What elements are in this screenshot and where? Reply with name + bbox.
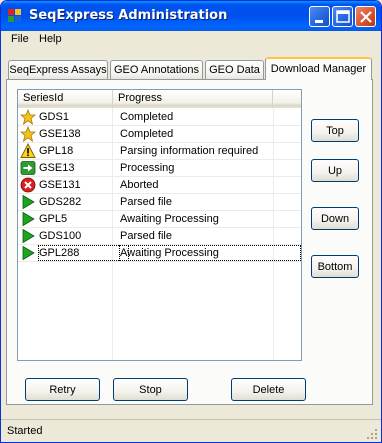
minimize-icon bbox=[315, 20, 323, 23]
menu-help[interactable]: Help bbox=[39, 33, 62, 45]
progress-status: Parsed file bbox=[120, 196, 172, 208]
list-item[interactable]: GSE138 Completed bbox=[18, 126, 301, 143]
list-item[interactable]: GSE131 Aborted bbox=[18, 177, 301, 194]
list-item[interactable]: GSE13 Processing bbox=[18, 160, 301, 177]
play-icon bbox=[22, 211, 35, 227]
minimize-button[interactable] bbox=[309, 6, 330, 27]
progress-status: Parsing information required bbox=[120, 145, 259, 157]
column-header-progress[interactable]: Progress bbox=[113, 90, 273, 107]
list-item[interactable]: GDS100 Parsed file bbox=[18, 228, 301, 245]
arrow-right-icon bbox=[20, 161, 36, 175]
title-bar[interactable]: SeqExpress Administration bbox=[1, 1, 381, 31]
play-icon bbox=[22, 228, 35, 244]
play-icon bbox=[22, 194, 35, 210]
list-item[interactable]: GDS282 Parsed file bbox=[18, 194, 301, 211]
move-top-button[interactable]: Top bbox=[311, 119, 359, 142]
status-bar: Started bbox=[1, 419, 381, 442]
warning-icon bbox=[20, 143, 36, 158]
star-icon bbox=[20, 126, 36, 142]
error-icon bbox=[20, 177, 36, 193]
progress-status: Parsed file bbox=[120, 230, 172, 242]
status-text: Started bbox=[7, 425, 43, 437]
resize-grip-icon[interactable] bbox=[366, 428, 378, 440]
menu-file[interactable]: File bbox=[11, 33, 29, 45]
progress-status: Awaiting Processing bbox=[119, 245, 301, 261]
move-bottom-button[interactable]: Bottom bbox=[311, 255, 359, 278]
stop-button[interactable]: Stop bbox=[113, 378, 188, 401]
list-header: SeriesId Progress bbox=[18, 90, 301, 108]
main-window: SeqExpress Administration File Help SeqE… bbox=[0, 0, 382, 443]
series-id: GPL18 bbox=[39, 145, 74, 157]
list-item[interactable]: GPL288 Awaiting Processing bbox=[18, 245, 301, 262]
tab-download-manager[interactable]: Download Manager bbox=[265, 57, 372, 80]
maximize-button[interactable] bbox=[332, 6, 353, 27]
series-id: GDS282 bbox=[39, 196, 82, 208]
close-icon bbox=[360, 11, 372, 23]
download-list[interactable]: SeriesId Progress GDS1 Completed GSE138 … bbox=[17, 89, 302, 361]
list-item[interactable]: GPL18 Parsing information required bbox=[18, 143, 301, 160]
star-icon bbox=[20, 109, 36, 125]
move-up-button[interactable]: Up bbox=[311, 159, 359, 182]
series-id: GDS100 bbox=[39, 230, 82, 242]
menu-bar: File Help bbox=[4, 31, 380, 49]
tab-geo-data[interactable]: GEO Data bbox=[205, 60, 264, 80]
list-item[interactable]: GDS1 Completed bbox=[18, 109, 301, 126]
progress-status: Awaiting Processing bbox=[120, 213, 219, 225]
retry-button[interactable]: Retry bbox=[25, 378, 100, 401]
tab-seqexpress-assays[interactable]: SeqExpress Assays bbox=[8, 60, 108, 80]
column-header-seriesid[interactable]: SeriesId bbox=[18, 90, 113, 107]
series-id: GSE131 bbox=[39, 179, 81, 191]
series-id: GPL5 bbox=[39, 213, 68, 225]
maximize-icon bbox=[336, 10, 350, 23]
progress-status: Completed bbox=[120, 111, 174, 123]
app-icon bbox=[8, 9, 21, 22]
progress-status: Processing bbox=[120, 162, 175, 174]
series-id: GSE138 bbox=[39, 128, 81, 140]
close-button[interactable] bbox=[355, 6, 376, 27]
tab-geo-annotations[interactable]: GEO Annotations bbox=[110, 60, 203, 80]
progress-status: Completed bbox=[120, 128, 174, 140]
delete-button[interactable]: Delete bbox=[231, 378, 306, 401]
window-title: SeqExpress Administration bbox=[29, 8, 228, 23]
series-id: GSE13 bbox=[39, 162, 75, 174]
move-down-button[interactable]: Down bbox=[311, 207, 359, 230]
series-id: GDS1 bbox=[39, 111, 69, 123]
list-item[interactable]: GPL5 Awaiting Processing bbox=[18, 211, 301, 228]
series-id: GPL288 bbox=[38, 245, 129, 261]
play-icon bbox=[22, 245, 35, 261]
progress-status: Aborted bbox=[120, 179, 159, 191]
